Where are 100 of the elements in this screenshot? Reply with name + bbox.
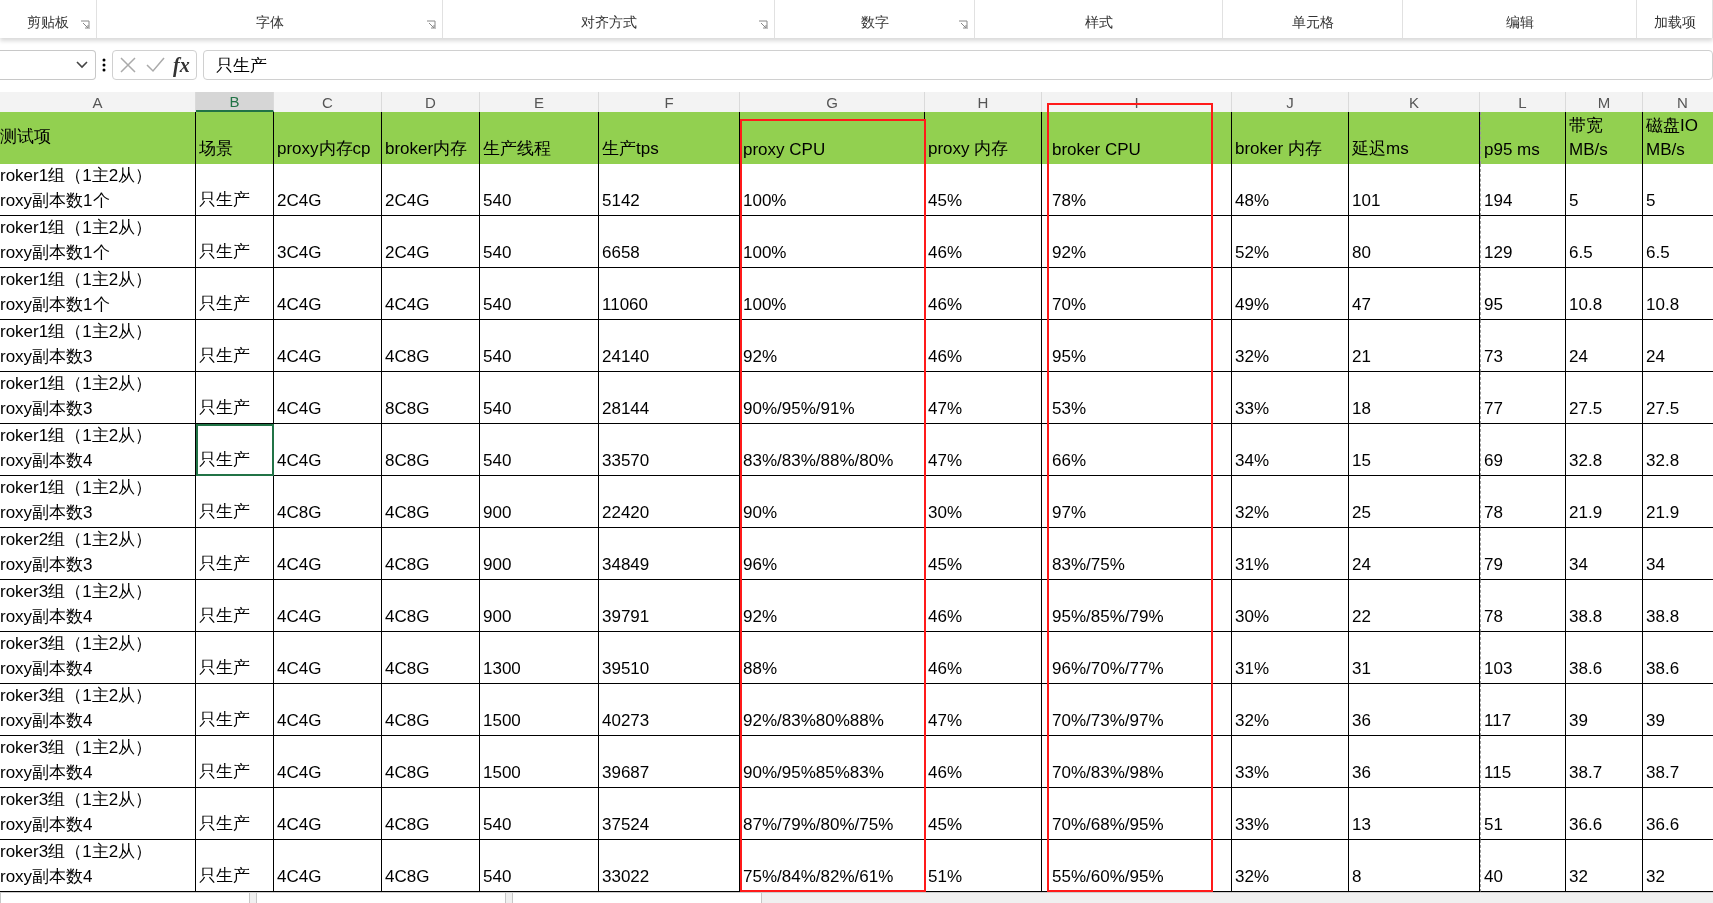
table-cell: 73 <box>1480 320 1566 372</box>
dialog-launcher-icon[interactable] <box>958 20 968 30</box>
table-cell: 24140 <box>599 320 740 372</box>
table-cell: 4C4G <box>274 372 382 424</box>
table-cell: 只生产 <box>196 580 274 632</box>
column-header[interactable]: H <box>925 92 1042 112</box>
header-cell: broker内存 <box>382 112 480 164</box>
table-cell: 3C4G <box>274 216 382 268</box>
header-cell: proxy内存cp <box>274 112 382 164</box>
formula-input[interactable]: 只生产 <box>202 50 1713 80</box>
table-cell: 47% <box>925 424 1042 476</box>
table-cell: 117 <box>1480 684 1566 736</box>
table-cell: 10.8 <box>1643 268 1713 320</box>
table-cell: 只生产 <box>196 736 274 788</box>
table-cell: 78 <box>1480 476 1566 528</box>
table-cell: 4C4G <box>274 736 382 788</box>
table-cell: 22 <box>1349 580 1480 632</box>
ribbon-group-label: 单元格 <box>1291 14 1334 32</box>
insert-function-button[interactable]: fx <box>173 53 190 77</box>
table-cell: 39791 <box>599 580 740 632</box>
table-cell: 21 <box>1349 320 1480 372</box>
column-header[interactable]: C <box>274 92 382 112</box>
column-header[interactable]: B <box>196 92 274 112</box>
dialog-launcher-icon[interactable] <box>80 20 90 30</box>
table-cell: 4C8G <box>382 788 480 840</box>
column-header[interactable]: N <box>1643 92 1713 112</box>
table-cell: 540 <box>480 424 599 476</box>
table-cell: 4C4G <box>274 268 382 320</box>
table-cell: 4C4G <box>274 788 382 840</box>
table-cell: 48% <box>1232 164 1349 216</box>
table-cell: 21.9 <box>1643 476 1713 528</box>
table-cell: 只生产 <box>196 788 274 840</box>
column-header[interactable]: A <box>0 92 196 112</box>
table-cell: 83%/75% <box>1042 528 1232 580</box>
table-cell: 96%/70%/77% <box>1042 632 1232 684</box>
table-cell: 25 <box>1349 476 1480 528</box>
table-cell: 540 <box>480 320 599 372</box>
table-cell: 34 <box>1643 528 1713 580</box>
table-cell: 31% <box>1232 528 1349 580</box>
table-cell: 90%/95%85%83% <box>740 736 925 788</box>
dialog-launcher-icon[interactable] <box>426 20 436 30</box>
column-header[interactable]: J <box>1232 92 1349 112</box>
table-cell: 46% <box>925 580 1042 632</box>
table-cell: 只生产 <box>196 320 274 372</box>
dialog-launcher-icon[interactable] <box>758 20 768 30</box>
table-cell: 101 <box>1349 164 1480 216</box>
table-cell: 22420 <box>599 476 740 528</box>
more-icon[interactable] <box>102 58 106 72</box>
table-cell: 32% <box>1232 684 1349 736</box>
table-cell: 92% <box>740 320 925 372</box>
table-cell: 33% <box>1232 788 1349 840</box>
table-cell: 6658 <box>599 216 740 268</box>
column-header[interactable]: M <box>1566 92 1643 112</box>
column-header[interactable]: L <box>1480 92 1566 112</box>
table-cell: 39 <box>1566 684 1643 736</box>
table-cell: 46% <box>925 632 1042 684</box>
table-cell: 129 <box>1480 216 1566 268</box>
header-cell: 测试项 <box>0 112 196 164</box>
column-header[interactable]: E <box>480 92 599 112</box>
table-cell: 46% <box>925 216 1042 268</box>
table-cell: 6.5 <box>1566 216 1643 268</box>
table-cell: 8C8G <box>382 372 480 424</box>
table-cell: 4C8G <box>382 684 480 736</box>
table-cell: 4C8G <box>382 476 480 528</box>
table-cell: 36 <box>1349 736 1480 788</box>
header-cell: 生产tps <box>599 112 740 164</box>
table-cell: 95 <box>1480 268 1566 320</box>
table-cell: 38.7 <box>1643 736 1713 788</box>
table-cell: 51 <box>1480 788 1566 840</box>
table-cell: 2C4G <box>382 164 480 216</box>
table-cell: 900 <box>480 580 599 632</box>
header-cell: broker 内存 <box>1232 112 1349 164</box>
column-header[interactable]: F <box>599 92 740 112</box>
ribbon-group-label: 编辑 <box>1505 14 1534 32</box>
table-cell: 34% <box>1232 424 1349 476</box>
table-cell: 32.8 <box>1643 424 1713 476</box>
table-cell: 28144 <box>599 372 740 424</box>
column-header[interactable]: K <box>1349 92 1480 112</box>
table-cell: 1500 <box>480 684 599 736</box>
table-cell: 97% <box>1042 476 1232 528</box>
name-box[interactable] <box>0 50 96 80</box>
table-cell: 540 <box>480 788 599 840</box>
table-cell: 27.5 <box>1643 372 1713 424</box>
table-cell: 70%/73%/97% <box>1042 684 1232 736</box>
column-header[interactable]: D <box>382 92 480 112</box>
table-cell: 24 <box>1349 528 1480 580</box>
table-cell: 95% <box>1042 320 1232 372</box>
table-cell: 38.6 <box>1566 632 1643 684</box>
chevron-down-icon <box>75 60 89 70</box>
ribbon-group-label: 对齐方式 <box>580 14 637 32</box>
table-cell: 13 <box>1349 788 1480 840</box>
table-cell: 4C8G <box>382 632 480 684</box>
table-cell: 21.9 <box>1566 476 1643 528</box>
column-header[interactable]: G <box>740 92 925 112</box>
check-icon[interactable] <box>145 56 165 74</box>
table-cell: 100% <box>740 216 925 268</box>
table-cell: 只生产 <box>196 216 274 268</box>
cancel-icon[interactable] <box>119 56 137 74</box>
table-cell: 46% <box>925 736 1042 788</box>
table-cell: 540 <box>480 268 599 320</box>
